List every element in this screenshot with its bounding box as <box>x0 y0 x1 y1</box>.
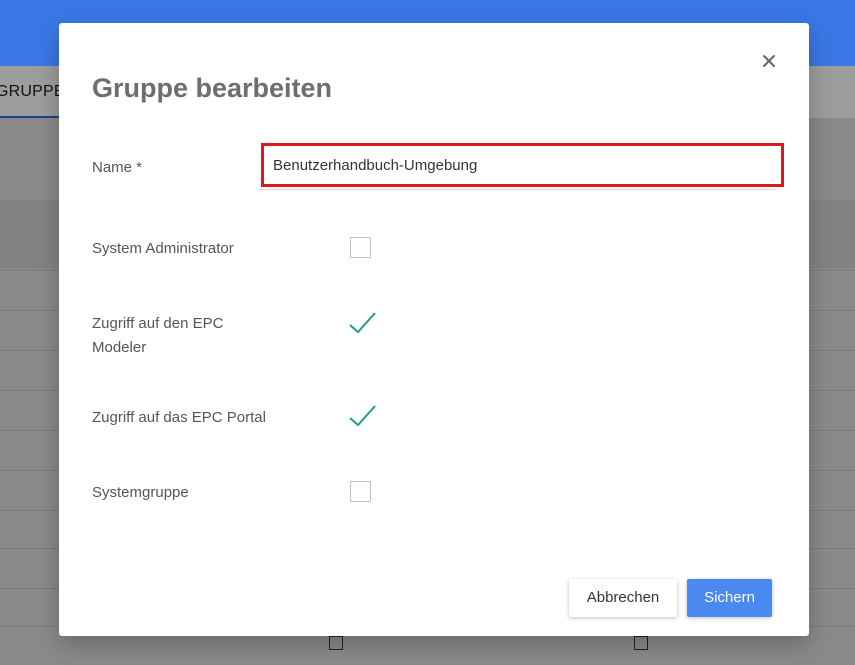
name-label: Name * <box>92 159 143 176</box>
epc-modeler-label-line2: Modeler <box>92 339 147 356</box>
save-button[interactable]: Sichern <box>687 579 772 617</box>
system-group-label: Systemgruppe <box>92 484 189 501</box>
close-icon[interactable] <box>759 51 779 71</box>
epc-modeler-checkbox[interactable] <box>348 311 378 335</box>
check-icon <box>349 312 376 334</box>
system-group-checkbox[interactable] <box>350 481 371 502</box>
name-field-wrapper <box>259 143 784 190</box>
epc-modeler-label-line1: Zugriff auf den EPC <box>92 315 224 332</box>
epc-portal-label: Zugriff auf das EPC Portal <box>92 409 266 426</box>
epc-portal-checkbox[interactable] <box>348 404 378 428</box>
system-admin-checkbox[interactable] <box>350 237 371 258</box>
cancel-button[interactable]: Abbrechen <box>569 579 677 617</box>
dialog-title: Gruppe bearbeiten <box>92 73 333 103</box>
edit-group-dialog: Gruppe bearbeiten Name * System Administ… <box>59 23 809 636</box>
system-admin-label: System Administrator <box>92 240 234 257</box>
epc-modeler-label: Zugriff auf den EPC Modeler <box>92 312 223 360</box>
name-input[interactable] <box>261 143 784 187</box>
check-icon <box>349 405 376 427</box>
